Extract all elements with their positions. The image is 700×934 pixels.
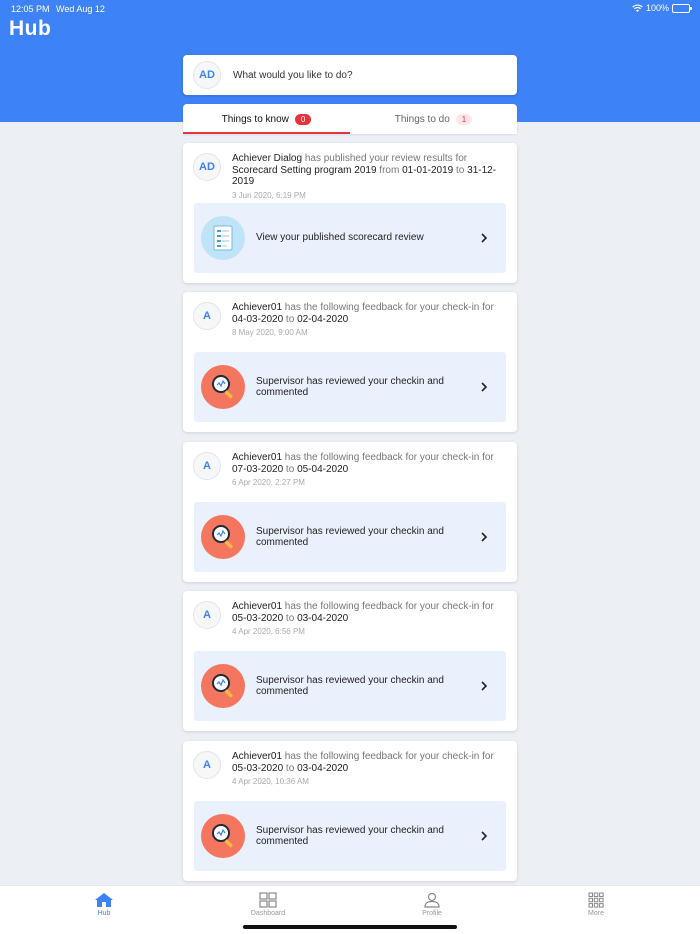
message-verb: has published your review results for	[302, 153, 468, 164]
to-word: to	[283, 313, 298, 325]
notification-card: A Achiever01 has the following feedback …	[183, 741, 517, 881]
nav-item-profile[interactable]: Profile	[402, 892, 462, 917]
notification-card: A Achiever01 has the following feedback …	[183, 292, 517, 432]
to-word: to	[283, 463, 298, 475]
from-word: from	[376, 164, 403, 176]
start-date: 07-03-2020	[232, 463, 284, 475]
checkin-review-button[interactable]: Supervisor has reviewed your checkin and…	[194, 651, 506, 721]
avatar[interactable]: AD	[193, 61, 221, 89]
home-indicator[interactable]	[243, 925, 457, 929]
action-label: View your published scorecard review	[256, 232, 424, 244]
action-prompt-bar[interactable]: AD What would you like to do?	[183, 55, 517, 95]
chevron-right-icon	[481, 681, 488, 691]
chevron-right-icon	[481, 382, 488, 392]
notification-message: Achiever Dialog has published your revie…	[232, 153, 507, 188]
timestamp: 4 Apr 2020, 6:56 PM	[232, 627, 305, 636]
action-prompt-text: What would you like to do?	[233, 69, 353, 81]
magnifier-icon	[201, 664, 245, 708]
checkin-review-button[interactable]: Supervisor has reviewed your checkin and…	[194, 801, 506, 871]
tab-things-to-do[interactable]: Things to do 1	[350, 104, 517, 134]
to-word: to	[453, 164, 468, 176]
end-date: 02-04-2020	[297, 313, 349, 325]
timestamp: 4 Apr 2020, 10:36 AM	[232, 777, 309, 786]
start-date: 05-03-2020	[232, 612, 284, 624]
page-title: Hub	[9, 17, 52, 40]
message-verb: has the following feedback for your chec…	[282, 302, 494, 313]
notification-card: A Achiever01 has the following feedback …	[183, 442, 517, 582]
notification-message: Achiever01 has the following feedback fo…	[232, 751, 507, 774]
checkin-review-button[interactable]: Supervisor has reviewed your checkin and…	[194, 502, 506, 572]
magnifier-icon	[201, 365, 245, 409]
notification-message: Achiever01 has the following feedback fo…	[232, 452, 507, 475]
actor-name: Achiever Dialog	[232, 153, 303, 164]
chevron-right-icon	[481, 233, 488, 243]
start-date: 04-03-2020	[232, 313, 284, 325]
to-word: to	[283, 612, 298, 624]
start-date: 01-01-2019	[402, 164, 454, 176]
action-label: Supervisor has reviewed your checkin and…	[256, 375, 444, 399]
nav-label: Hub	[97, 910, 111, 917]
person-icon	[424, 892, 440, 908]
start-date: 05-03-2020	[232, 762, 284, 774]
count-badge: 0	[294, 113, 312, 125]
count-badge: 1	[455, 113, 473, 125]
grid-icon	[588, 892, 604, 908]
magnifier-icon	[201, 814, 245, 858]
tab-bar: Things to know 0 Things to do 1	[183, 104, 517, 134]
battery-icon	[672, 3, 692, 13]
message-verb: has the following feedback for your chec…	[282, 452, 494, 463]
avatar: A	[193, 751, 221, 779]
actor-name: Achiever01	[232, 302, 283, 313]
status-right: 100%	[632, 3, 692, 13]
nav-label: Dashboard	[250, 910, 286, 917]
avatar: A	[193, 601, 221, 629]
to-word: to	[283, 762, 298, 774]
status-time: 12:05 PM	[11, 4, 50, 14]
nav-label: Profile	[422, 910, 442, 917]
nav-item-dashboard[interactable]: Dashboard	[238, 892, 298, 917]
wifi-icon	[632, 4, 643, 12]
notification-card: AD Achiever Dialog has published your re…	[183, 143, 517, 283]
message-verb: has the following feedback for your chec…	[282, 751, 494, 762]
tab-label: Things to do	[394, 113, 450, 125]
notification-card: A Achiever01 has the following feedback …	[183, 591, 517, 731]
chevron-right-icon	[481, 532, 488, 542]
view-scorecard-review-button[interactable]: View your published scorecard review	[194, 203, 506, 273]
action-label: Supervisor has reviewed your checkin and…	[256, 824, 444, 848]
status-date: Wed Aug 12	[56, 4, 105, 14]
magnifier-icon	[201, 515, 245, 559]
timestamp: 8 May 2020, 9:00 AM	[232, 328, 308, 337]
notification-message: Achiever01 has the following feedback fo…	[232, 302, 507, 325]
actor-name: Achiever01	[232, 601, 283, 612]
end-date: 03-04-2020	[297, 762, 349, 774]
timestamp: 3 Jun 2020, 6:19 PM	[232, 190, 306, 200]
tab-label: Things to know	[221, 113, 289, 125]
home-icon	[95, 893, 113, 907]
nav-item-more[interactable]: More	[566, 892, 626, 917]
end-date: 05-04-2020	[297, 463, 349, 475]
avatar: A	[193, 302, 221, 330]
status-bar: 12:05 PM Wed Aug 12 100%	[0, 0, 700, 18]
battery-percent: 100%	[645, 3, 669, 13]
avatar: A	[193, 452, 221, 480]
action-label: Supervisor has reviewed your checkin and…	[256, 674, 444, 698]
action-label: Supervisor has reviewed your checkin and…	[256, 525, 444, 549]
avatar: AD	[193, 153, 221, 181]
actor-name: Achiever01	[232, 751, 283, 762]
dashboard-icon	[259, 892, 277, 908]
message-subject: Scorecard Setting program 2019	[232, 164, 377, 176]
timestamp: 6 Apr 2020, 2:27 PM	[232, 478, 305, 487]
checkin-review-button[interactable]: Supervisor has reviewed your checkin and…	[194, 352, 506, 422]
scorecard-icon	[201, 216, 245, 260]
chevron-right-icon	[481, 831, 488, 841]
nav-item-hub[interactable]: Hub	[74, 892, 134, 917]
actor-name: Achiever01	[232, 452, 283, 463]
end-date: 03-04-2020	[297, 612, 349, 624]
nav-label: More	[588, 910, 604, 917]
message-verb: has the following feedback for your chec…	[282, 601, 494, 612]
notification-message: Achiever01 has the following feedback fo…	[232, 601, 507, 624]
tab-things-to-know[interactable]: Things to know 0	[183, 104, 350, 134]
